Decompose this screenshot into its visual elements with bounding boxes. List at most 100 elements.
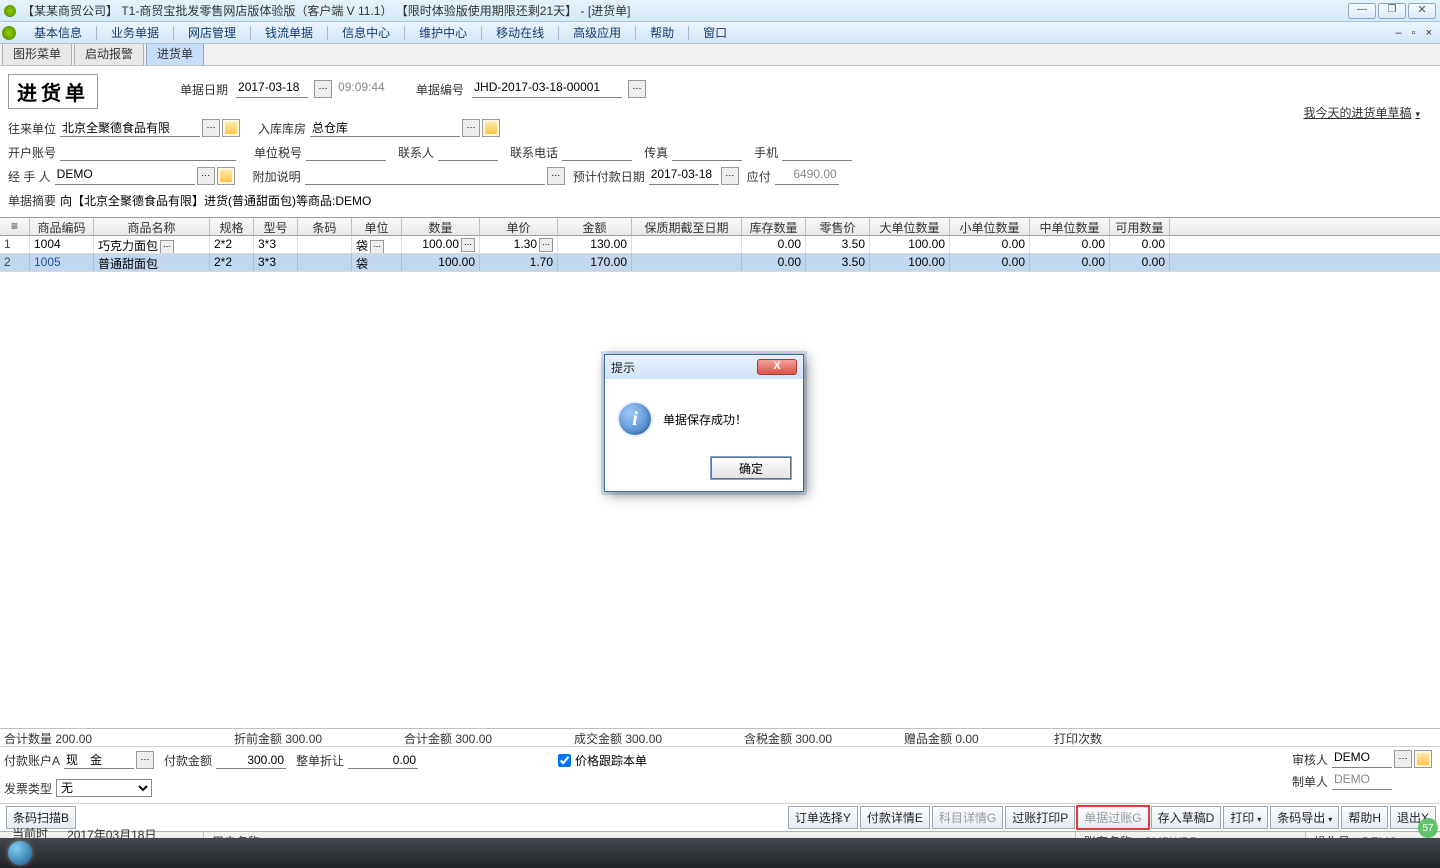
col-unit[interactable]: 单位 xyxy=(352,218,402,235)
fax-label: 传真 xyxy=(644,144,668,161)
post-print-button[interactable]: 过账打印P xyxy=(1005,806,1075,829)
mdi-restore[interactable]: ▫ xyxy=(1408,27,1420,39)
mobile-label: 手机 xyxy=(754,144,778,161)
grid-header: ≡ 商品编码 商品名称 规格 型号 条码 单位 数量 单价 金额 保质期截至日期… xyxy=(0,218,1440,236)
auditor-info-icon[interactable] xyxy=(1414,750,1432,768)
unit-picker-icon[interactable]: ⋯ xyxy=(370,240,384,253)
col-avail[interactable]: 可用数量 xyxy=(1110,218,1170,235)
paydate-picker-button[interactable]: ⋯ xyxy=(721,167,739,185)
payamt-input[interactable] xyxy=(216,751,286,769)
col-smallq[interactable]: 小单位数量 xyxy=(950,218,1030,235)
price-picker-icon[interactable]: ⋯ xyxy=(539,238,553,252)
total-amt: 合计金额 300.00 xyxy=(404,730,534,745)
col-code[interactable]: 商品编码 xyxy=(30,218,94,235)
wh-home-icon[interactable] xyxy=(482,119,500,137)
col-midq[interactable]: 中单位数量 xyxy=(1030,218,1110,235)
rowhead-icon[interactable]: ≡ xyxy=(0,218,30,235)
payacct-field[interactable]: 现 金 xyxy=(64,751,134,769)
col-retail[interactable]: 零售价 xyxy=(806,218,870,235)
total-gift: 赠品金额 0.00 xyxy=(904,730,1014,745)
contact-label: 联系人 xyxy=(398,144,434,161)
from-info-icon[interactable] xyxy=(222,119,240,137)
dialog-title: 提示 xyxy=(611,359,635,376)
table-row[interactable]: 2 1005 普通甜面包 2*2 3*3 袋 100.00 1.70 170.0… xyxy=(0,254,1440,272)
menu-maint[interactable]: 维护中心 xyxy=(407,22,479,44)
col-barcode[interactable]: 条码 xyxy=(298,218,352,235)
barcode-export-button[interactable]: 条码导出 xyxy=(1270,806,1339,829)
menu-bar: 基本信息 业务单据 网店管理 钱流单据 信息中心 维护中心 移动在线 高级应用 … xyxy=(0,22,1440,44)
dialog-ok-button[interactable]: 确定 xyxy=(711,457,791,479)
my-drafts-link[interactable]: 我今天的进货单草稿 xyxy=(1303,104,1420,121)
docno-picker-button[interactable]: ⋯ xyxy=(628,80,646,98)
notification-badge[interactable]: 57 xyxy=(1418,818,1438,838)
help-button[interactable]: 帮助H xyxy=(1341,806,1388,829)
tab-purchase[interactable]: 进货单 xyxy=(146,41,204,65)
auditor-field[interactable]: DEMO xyxy=(1332,750,1392,768)
save-draft-button[interactable]: 存入草稿D xyxy=(1151,806,1222,829)
payacct-picker-button[interactable]: ⋯ xyxy=(136,751,154,769)
qty-picker-icon[interactable]: ⋯ xyxy=(461,238,475,252)
print-button[interactable]: 打印 xyxy=(1223,806,1268,829)
mobile-field[interactable] xyxy=(782,143,852,161)
handler-info-icon[interactable] xyxy=(217,167,235,185)
bank-field[interactable] xyxy=(60,143,236,161)
col-name[interactable]: 商品名称 xyxy=(94,218,210,235)
wh-picker-button[interactable]: ⋯ xyxy=(462,119,480,137)
invtype-select[interactable]: 无 xyxy=(56,779,152,797)
menu-cash[interactable]: 钱流单据 xyxy=(253,22,325,44)
menu-adv[interactable]: 高级应用 xyxy=(561,22,633,44)
menu-basic[interactable]: 基本信息 xyxy=(22,22,94,44)
menu-window[interactable]: 窗口 xyxy=(691,22,739,44)
minimize-button[interactable]: — xyxy=(1348,3,1376,19)
menu-info[interactable]: 信息中心 xyxy=(330,22,402,44)
tab-graph-menu[interactable]: 图形菜单 xyxy=(2,41,72,65)
auditor-picker-button[interactable]: ⋯ xyxy=(1394,750,1412,768)
maximize-button[interactable]: ❐ xyxy=(1378,3,1406,19)
contact-field[interactable] xyxy=(438,143,498,161)
from-field[interactable]: 北京全聚德食品有限 xyxy=(60,119,200,137)
paydate-field[interactable]: 2017-03-18 xyxy=(649,167,719,185)
order-select-button[interactable]: 订单选择Y xyxy=(788,806,858,829)
handler-field[interactable]: DEMO xyxy=(55,167,195,185)
col-amount[interactable]: 金额 xyxy=(558,218,632,235)
date-picker-button[interactable]: ⋯ xyxy=(314,80,332,98)
col-expiry[interactable]: 保质期截至日期 xyxy=(632,218,742,235)
note-picker-button[interactable]: ⋯ xyxy=(547,167,565,185)
phone-field[interactable] xyxy=(562,143,632,161)
total-print: 打印次数 xyxy=(1054,730,1102,745)
col-model[interactable]: 型号 xyxy=(254,218,298,235)
name-picker-icon[interactable]: ⋯ xyxy=(160,240,174,253)
tab-alarm[interactable]: 启动报警 xyxy=(74,41,144,65)
price-track-checkbox[interactable] xyxy=(558,754,571,767)
docno-field[interactable]: JHD-2017-03-18-00001 xyxy=(472,80,622,98)
menu-mobile[interactable]: 移动在线 xyxy=(484,22,556,44)
dialog-close-button[interactable]: X xyxy=(757,359,797,375)
app-icon-small xyxy=(2,26,16,40)
menu-biz[interactable]: 业务单据 xyxy=(99,22,171,44)
menu-help[interactable]: 帮助 xyxy=(638,22,686,44)
handler-picker-button[interactable]: ⋯ xyxy=(197,167,215,185)
grid-empty-area[interactable] xyxy=(0,272,1440,728)
col-bigq[interactable]: 大单位数量 xyxy=(870,218,950,235)
col-qty[interactable]: 数量 xyxy=(402,218,480,235)
fax-field[interactable] xyxy=(672,143,742,161)
taskbar[interactable] xyxy=(0,838,1440,868)
table-row[interactable]: 1 1004 巧克力面包⋯ 2*2 3*3 袋⋯ 100.00⋯ 1.30⋯ 1… xyxy=(0,236,1440,254)
col-price[interactable]: 单价 xyxy=(480,218,558,235)
menu-shop[interactable]: 网店管理 xyxy=(176,22,248,44)
disc-input[interactable] xyxy=(348,751,418,769)
post-button[interactable]: 单据过账G xyxy=(1077,806,1148,829)
date-field[interactable]: 2017-03-18 xyxy=(236,80,308,98)
note-field[interactable] xyxy=(305,167,545,185)
wh-field[interactable]: 总仓库 xyxy=(310,119,460,137)
start-button[interactable] xyxy=(0,838,40,868)
close-button[interactable]: ✕ xyxy=(1408,3,1436,19)
taxno-field[interactable] xyxy=(306,143,386,161)
pay-detail-button[interactable]: 付款详情E xyxy=(860,806,930,829)
mdi-min[interactable]: – xyxy=(1392,27,1406,39)
col-stock[interactable]: 库存数量 xyxy=(742,218,806,235)
col-spec[interactable]: 规格 xyxy=(210,218,254,235)
mdi-close[interactable]: × xyxy=(1422,27,1436,39)
dialog-titlebar[interactable]: 提示 X xyxy=(605,355,803,379)
from-picker-button[interactable]: ⋯ xyxy=(202,119,220,137)
